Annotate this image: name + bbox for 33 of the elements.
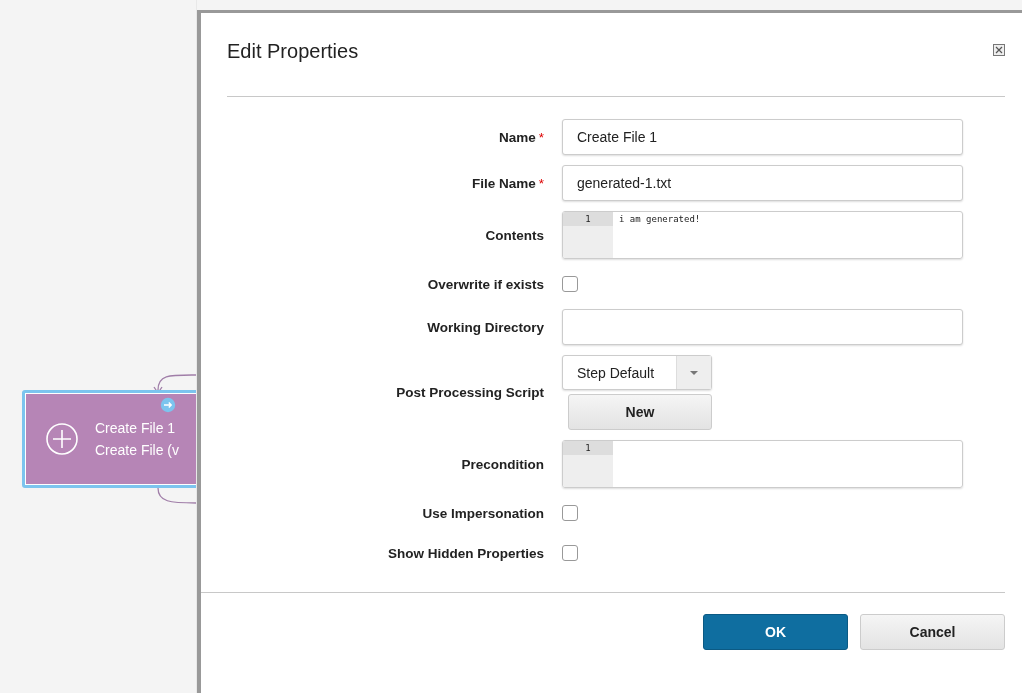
field-label: Post Processing Script bbox=[395, 385, 544, 400]
plus-circle-icon bbox=[45, 422, 79, 456]
field-label: Name * bbox=[497, 129, 544, 145]
checkbox[interactable] bbox=[562, 276, 578, 292]
caret-icon bbox=[690, 370, 698, 375]
field-label: Working Directory bbox=[426, 319, 544, 335]
field-label: File Name * bbox=[470, 175, 544, 191]
ok-button[interactable]: OK bbox=[703, 614, 848, 650]
dialog-title: Edit Properties bbox=[227, 40, 359, 64]
dropdown[interactable]: Step Default bbox=[562, 355, 712, 390]
text-field[interactable]: Create File 1 bbox=[562, 119, 963, 155]
code-line: i am generated! bbox=[619, 214, 702, 224]
text-field[interactable]: generated-1.txt bbox=[562, 165, 963, 201]
required-mark: * bbox=[538, 129, 544, 145]
checkbox[interactable] bbox=[562, 505, 578, 521]
node-title: Create File 1 bbox=[95, 419, 177, 438]
code-editor[interactable]: 1 bbox=[562, 440, 963, 488]
node-subtitle: Create File (v bbox=[95, 441, 180, 460]
arrow-circle-icon[interactable] bbox=[160, 397, 176, 413]
text-field[interactable] bbox=[562, 309, 963, 345]
line-number: 1 bbox=[563, 441, 613, 455]
line-number: 1 bbox=[563, 212, 613, 226]
required-mark: * bbox=[538, 175, 544, 191]
checkbox[interactable] bbox=[562, 545, 578, 561]
field-label: Precondition bbox=[460, 456, 544, 472]
code-editor[interactable]: 1 i am generated! bbox=[562, 211, 963, 259]
field-label: Show Hidden Properties bbox=[386, 545, 544, 561]
field-label: Overwrite if exists bbox=[426, 276, 544, 292]
close-icon[interactable] bbox=[993, 43, 1005, 56]
field-label: Contents bbox=[484, 227, 544, 243]
field-label: Use Impersonation bbox=[421, 505, 544, 521]
cancel-button[interactable]: Cancel bbox=[860, 614, 1005, 650]
new-button[interactable]: New bbox=[568, 394, 712, 430]
